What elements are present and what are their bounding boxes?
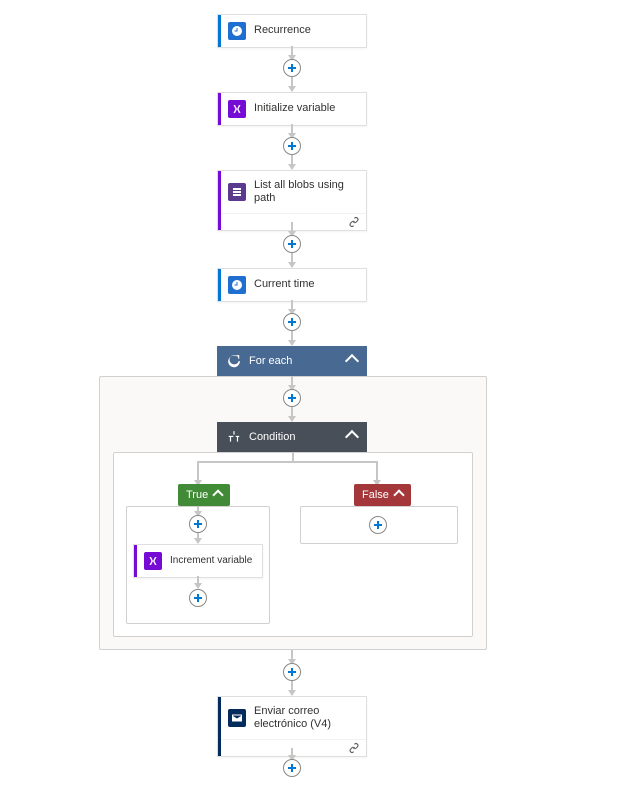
connection-icon [348,216,360,228]
add-action-button[interactable] [283,389,301,407]
connector [291,376,293,390]
connection-icon [348,742,360,754]
connector [291,253,293,267]
true-branch-header[interactable]: True [178,484,230,506]
connector [291,124,293,138]
connector [291,331,293,345]
chevron-up-icon [213,489,224,500]
blob-icon [228,183,246,201]
card-title: Current time [254,278,315,291]
card-title: Recurrence [254,24,311,37]
false-branch-header[interactable]: False [354,484,411,506]
clock-icon [228,276,246,294]
connector [197,576,199,588]
connector [291,300,293,314]
action-increment-variable[interactable]: Increment variable [133,544,263,578]
add-action-button[interactable] [283,59,301,77]
connector [291,650,293,664]
add-action-button[interactable] [283,663,301,681]
add-action-button[interactable] [283,137,301,155]
add-action-button[interactable] [283,235,301,253]
add-action-button[interactable] [283,759,301,777]
scope-foreach[interactable]: For each [217,346,367,376]
connector [291,681,293,695]
scope-title: Condition [249,431,295,443]
chevron-up-icon [345,354,359,368]
variable-icon [144,552,162,570]
action-current-time[interactable]: Current time [217,268,367,302]
connector [291,77,293,91]
action-initialize-variable[interactable]: Initialize variable [217,92,367,126]
add-action-button[interactable] [283,313,301,331]
connector [291,222,293,236]
clock-icon [228,22,246,40]
add-action-button[interactable] [189,515,207,533]
card-title: List all blobs using path [254,179,358,205]
loop-icon [227,354,241,368]
add-action-button[interactable] [369,516,387,534]
branch-icon [227,430,241,444]
chevron-up-icon [345,430,359,444]
scope-condition[interactable]: Condition [217,422,367,452]
variable-icon [228,100,246,118]
trigger-recurrence[interactable]: Recurrence [217,14,367,48]
branch-label: False [362,489,389,501]
add-action-button[interactable] [189,589,207,607]
mail-icon [228,709,246,727]
chevron-up-icon [393,489,404,500]
card-title: Increment variable [170,555,252,567]
scope-title: For each [249,355,292,367]
card-title: Enviar correo electrónico (V4) [254,705,358,731]
branch-label: True [186,489,208,501]
connector [291,407,293,421]
connector [197,533,199,543]
connector [291,46,293,60]
connector [291,155,293,169]
card-title: Initialize variable [254,102,335,115]
